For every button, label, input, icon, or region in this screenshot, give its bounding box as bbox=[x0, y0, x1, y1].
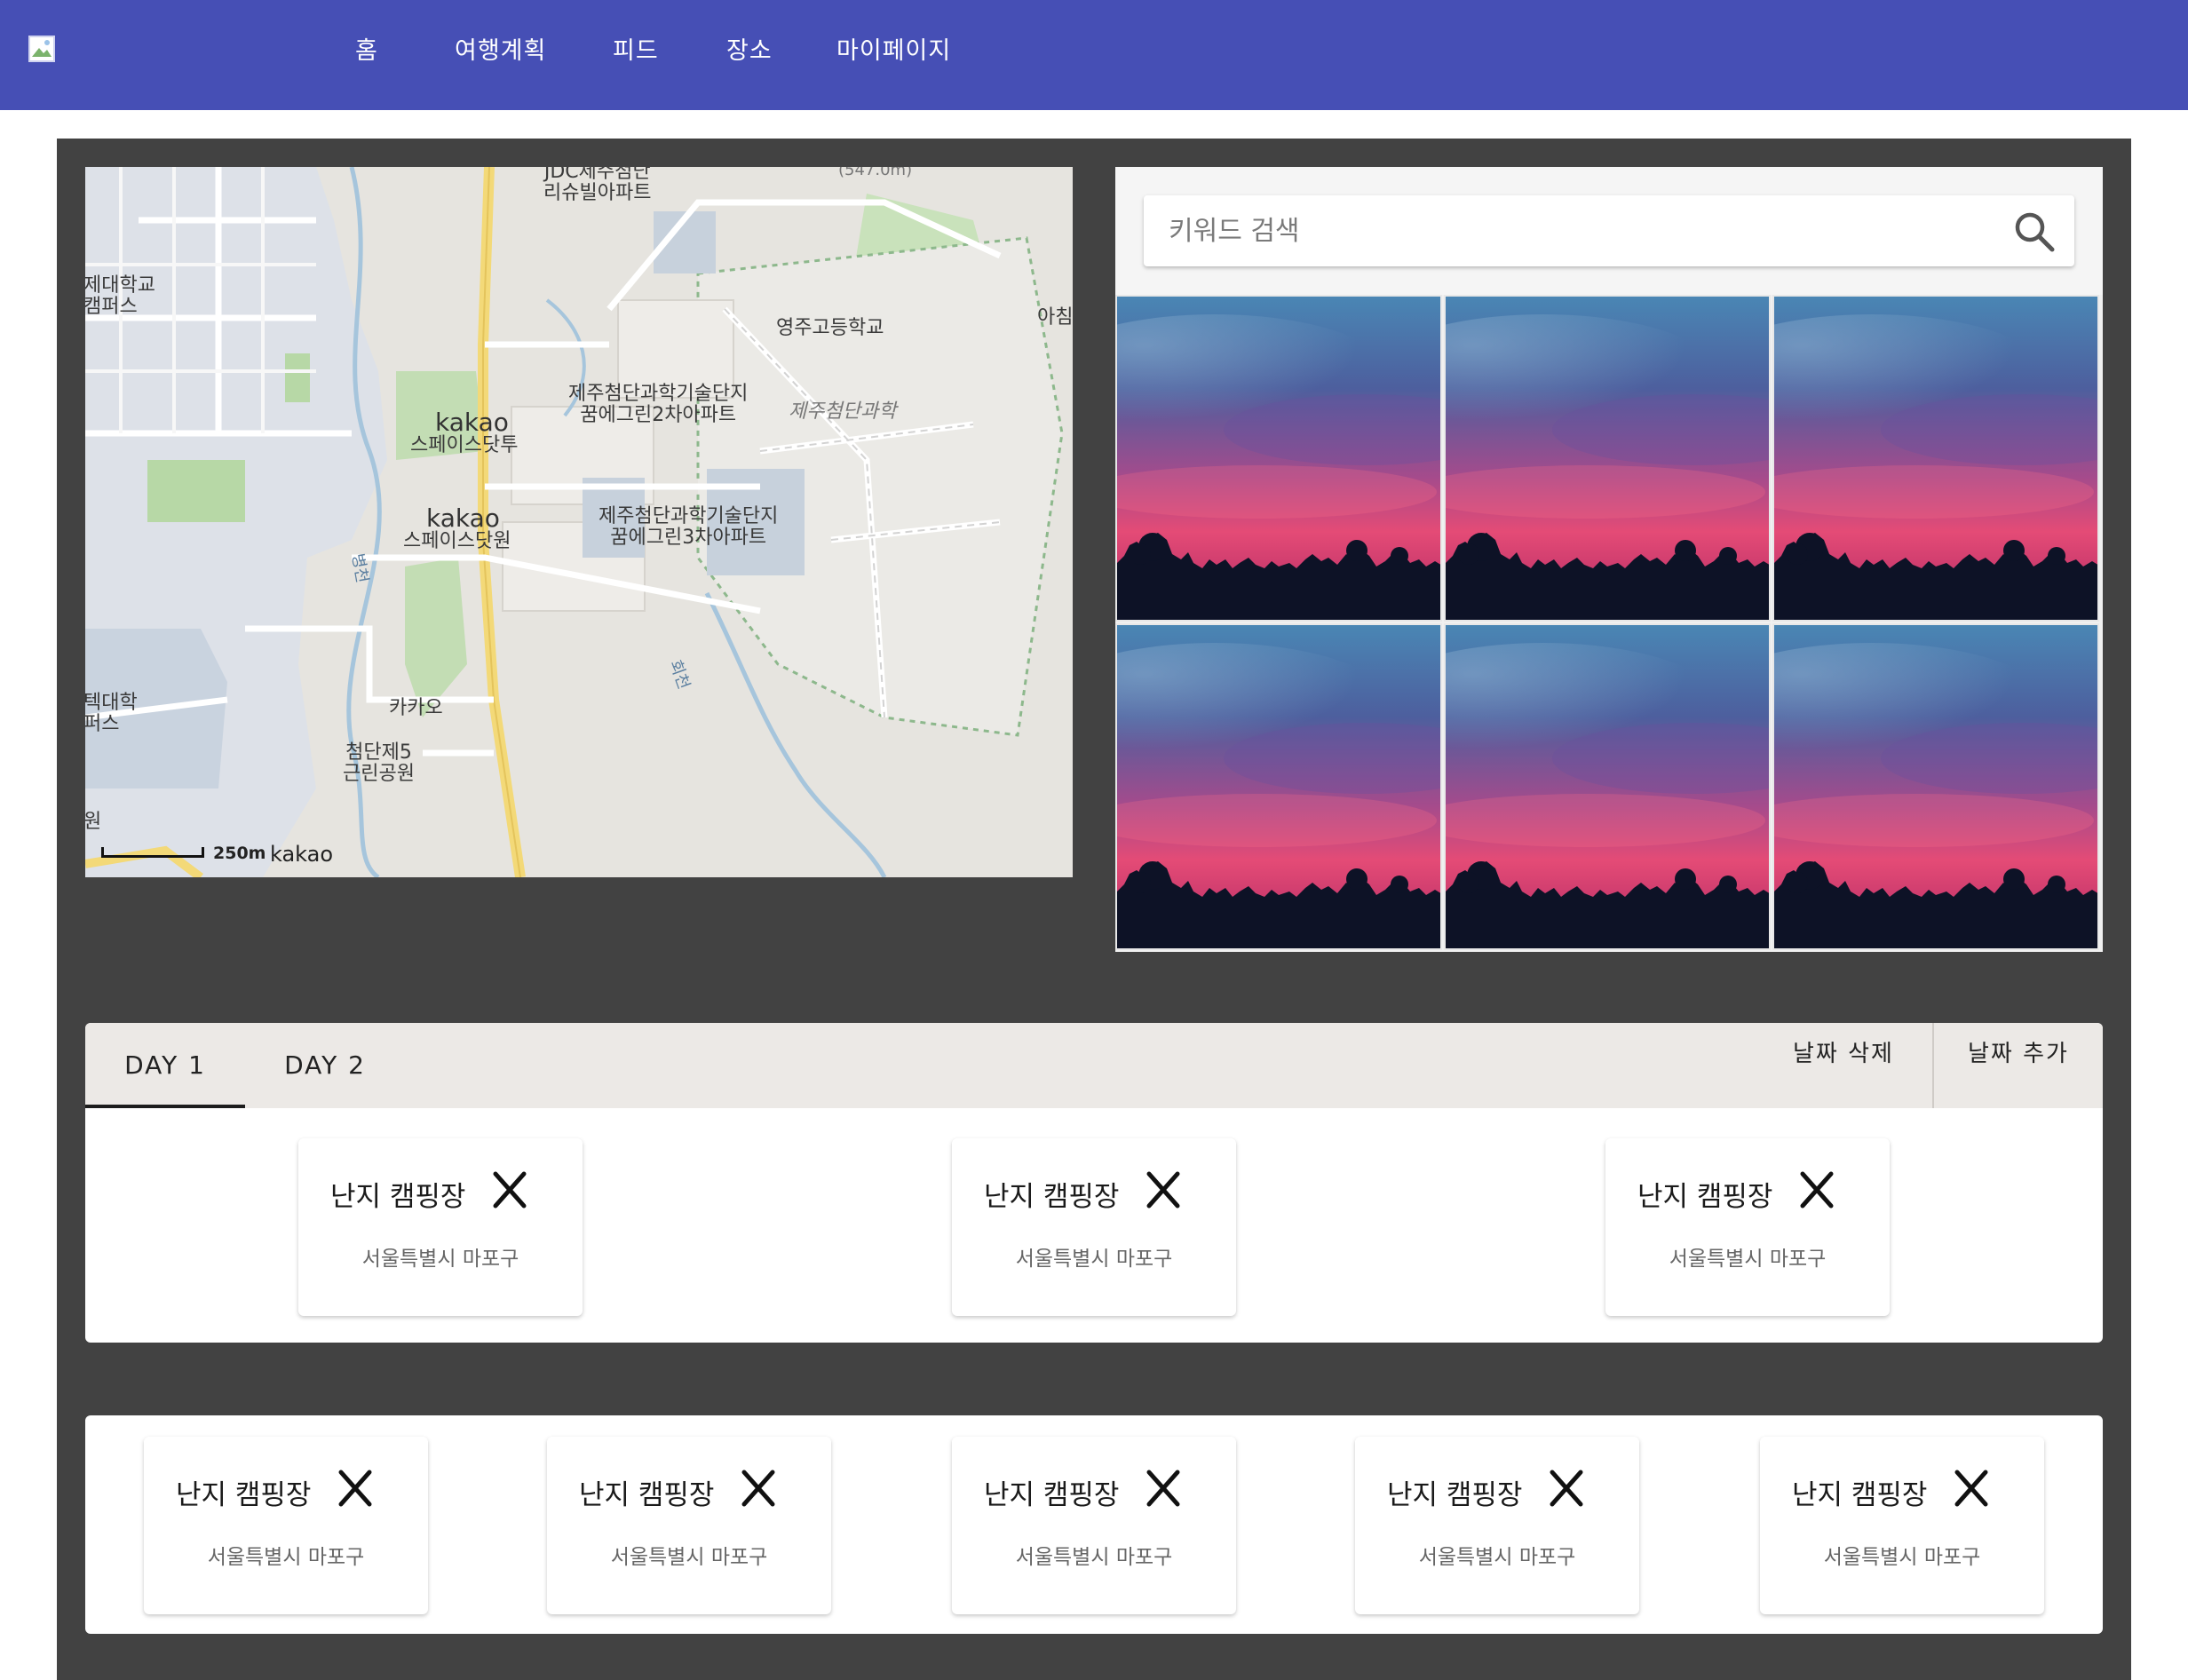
gallery-image[interactable] bbox=[1115, 623, 1442, 950]
saved-places-panel: 난지 캠핑장 서울특별시 마포구 난지 캠핑장 서울특별시 마포구 난지 캠핑장… bbox=[85, 1415, 2103, 1634]
place-name: 난지 캠핑장 bbox=[579, 1479, 715, 1511]
map-brand-logo: kakao bbox=[270, 842, 334, 867]
search-icon[interactable] bbox=[2012, 210, 2057, 254]
active-tab-indicator bbox=[85, 1105, 245, 1108]
place-name: 난지 캠핑장 bbox=[984, 1479, 1120, 1511]
remove-place-icon[interactable] bbox=[1144, 1469, 1183, 1508]
map-label-kakao-park: 카카오 bbox=[389, 697, 443, 719]
map-label-park: 첨단제5 근린공원 bbox=[343, 741, 415, 785]
place-name: 난지 캠핑장 bbox=[1387, 1479, 1523, 1511]
day-tabbar: DAY 1 DAY 2 날짜 삭제 날짜 추가 bbox=[85, 1023, 2103, 1108]
place-address: 서울특별시 마포구 bbox=[1418, 1546, 1576, 1569]
nav-home[interactable]: 홈 bbox=[355, 32, 378, 71]
logo-icon[interactable] bbox=[28, 36, 55, 62]
remove-place-icon[interactable] bbox=[336, 1469, 375, 1508]
day-schedule-panel: DAY 1 DAY 2 날짜 삭제 날짜 추가 난지 캠핑장 서울특별시 마포구… bbox=[85, 1023, 2103, 1343]
nav-places[interactable]: 장소 bbox=[726, 32, 773, 71]
map-label-elevation: (547.0m) bbox=[838, 167, 913, 179]
tab-day-1[interactable]: DAY 1 bbox=[85, 1023, 245, 1108]
remove-place-icon[interactable] bbox=[1144, 1170, 1183, 1209]
saved-place-card[interactable]: 난지 캠핑장 서울특별시 마포구 bbox=[547, 1437, 831, 1614]
map-label-won: 원 bbox=[85, 811, 102, 833]
map-label-kakao-space-1: 스페이스닷원 bbox=[403, 530, 511, 552]
place-name: 난지 캠핑장 bbox=[330, 1181, 466, 1213]
search-box bbox=[1144, 195, 2074, 266]
map-label-kakao-space-2-brand: kakao bbox=[435, 408, 509, 437]
map-label-apt3: 제주첨단과학기술단지 꿈에그린3차아파트 bbox=[599, 505, 779, 549]
gallery-image[interactable] bbox=[1772, 295, 2099, 622]
top-navbar: 홈 여행계획 피드 장소 마이페이지 bbox=[0, 0, 2188, 110]
remove-place-icon[interactable] bbox=[739, 1469, 778, 1508]
search-panel bbox=[1115, 167, 2103, 295]
place-address: 서울특별시 마포구 bbox=[1823, 1546, 1981, 1569]
remove-place-icon[interactable] bbox=[490, 1170, 529, 1209]
place-address: 서울특별시 마포구 bbox=[1015, 1546, 1173, 1569]
map-label-apt2: 제주첨단과학기술단지 꿈에그린2차아파트 bbox=[568, 383, 749, 426]
saved-place-card[interactable]: 난지 캠핑장 서울특별시 마포구 bbox=[952, 1437, 1236, 1614]
saved-place-card[interactable]: 난지 캠핑장 서울특별시 마포구 bbox=[144, 1437, 428, 1614]
day-place-card[interactable]: 난지 캠핑장 서울특별시 마포구 bbox=[952, 1138, 1236, 1316]
delete-day-button[interactable]: 날짜 삭제 bbox=[1755, 1023, 1932, 1108]
search-input[interactable] bbox=[1169, 208, 1968, 254]
map-label-youngju-school: 영주고등학교 bbox=[776, 317, 884, 339]
place-name: 난지 캠핑장 bbox=[984, 1181, 1120, 1213]
gallery-image[interactable] bbox=[1772, 623, 2099, 950]
map-tiles bbox=[85, 167, 1073, 877]
gallery-image[interactable] bbox=[1444, 623, 1771, 950]
place-address: 서울특별시 마포구 bbox=[207, 1546, 365, 1569]
map-scale-text: 250m bbox=[213, 844, 266, 863]
saved-place-card[interactable]: 난지 캠핑장 서울특별시 마포구 bbox=[1355, 1437, 1639, 1614]
map-label-kakao-space-1-brand: kakao bbox=[426, 503, 500, 533]
map-label-univ-2: 텍대학 퍼스 bbox=[85, 692, 138, 735]
gallery-image[interactable] bbox=[1115, 295, 1442, 622]
place-address: 서울특별시 마포구 bbox=[1015, 1248, 1173, 1271]
place-name: 난지 캠핑장 bbox=[1637, 1181, 1773, 1213]
remove-place-icon[interactable] bbox=[1952, 1469, 1991, 1508]
nav-trip-plan[interactable]: 여행계획 bbox=[455, 32, 546, 71]
map-scale-bar bbox=[101, 847, 204, 858]
map-label-jdc: JDC제주첨단 리슈빌아파트 bbox=[543, 167, 652, 204]
place-address: 서울특별시 마포구 bbox=[610, 1546, 768, 1569]
map-label-achim: 아침 bbox=[1037, 306, 1073, 329]
place-name: 난지 캠핑장 bbox=[1792, 1479, 1928, 1511]
map-label-kakao-space-2: 스페이스닷투 bbox=[410, 434, 519, 456]
day-place-card[interactable]: 난지 캠핑장 서울특별시 마포구 bbox=[298, 1138, 583, 1316]
nav-feed[interactable]: 피드 bbox=[613, 32, 659, 71]
place-address: 서울특별시 마포구 bbox=[1669, 1248, 1827, 1271]
place-address: 서울특별시 마포구 bbox=[361, 1248, 519, 1271]
place-name: 난지 캠핑장 bbox=[176, 1479, 312, 1511]
gallery-image[interactable] bbox=[1444, 295, 1771, 622]
map-view[interactable]: JDC제주첨단 리슈빌아파트 (547.0m) 제대학교 캠퍼스 영주고등학교 … bbox=[85, 167, 1073, 877]
map-label-univ-1: 제대학교 캠퍼스 bbox=[85, 274, 155, 318]
place-image-gallery bbox=[1115, 295, 2103, 952]
remove-place-icon[interactable] bbox=[1547, 1469, 1586, 1508]
day-place-card[interactable]: 난지 캠핑장 서울특별시 마포구 bbox=[1605, 1138, 1890, 1316]
add-day-button[interactable]: 날짜 추가 bbox=[1934, 1023, 2103, 1108]
saved-place-card[interactable]: 난지 캠핑장 서울특별시 마포구 bbox=[1760, 1437, 2044, 1614]
map-label-sci-park: 제주첨단과학 bbox=[789, 400, 897, 423]
nav-mypage[interactable]: 마이페이지 bbox=[836, 32, 951, 71]
tab-day-2[interactable]: DAY 2 bbox=[245, 1023, 405, 1108]
remove-place-icon[interactable] bbox=[1797, 1170, 1836, 1209]
